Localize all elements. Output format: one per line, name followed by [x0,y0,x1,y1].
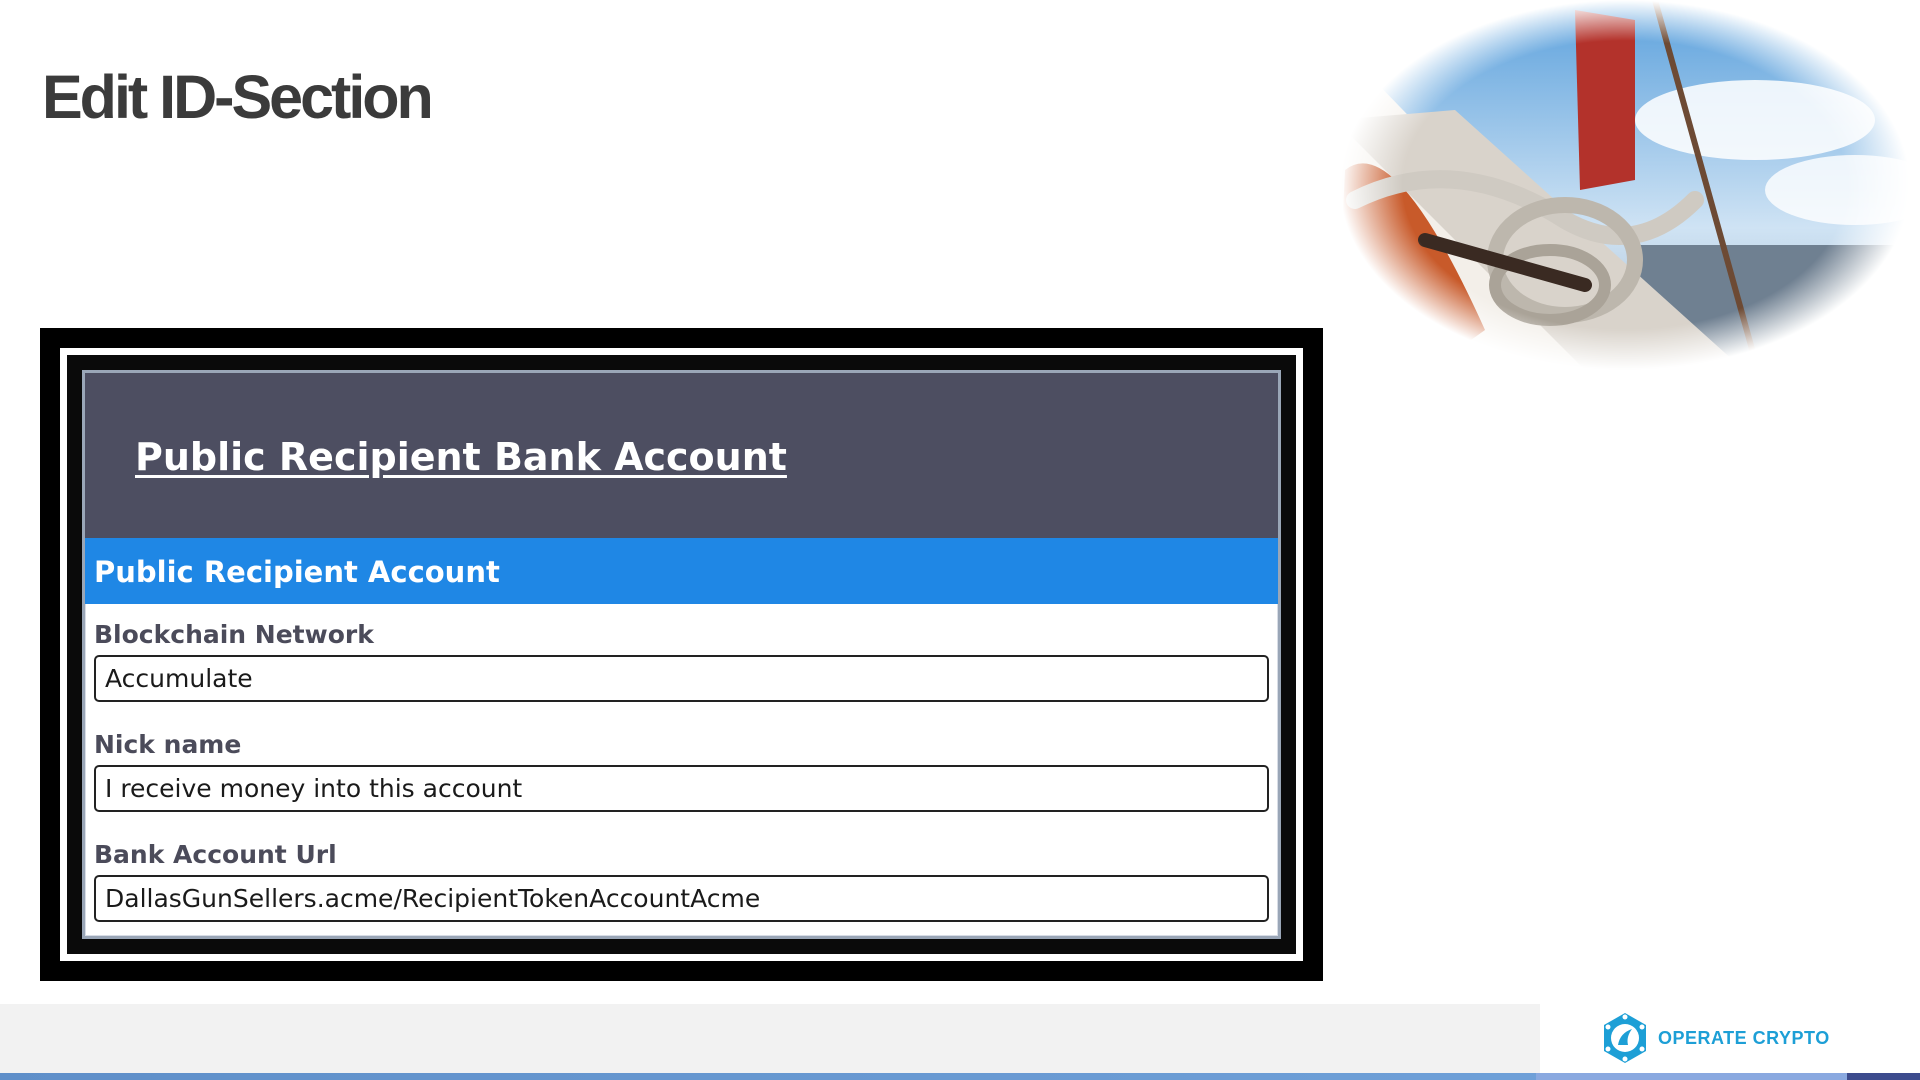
panel-header-title: Public Recipient Bank Account [135,435,787,479]
screenshot-frame: Public Recipient Bank Account Public Rec… [40,328,1323,981]
frame-matte: Public Recipient Bank Account Public Rec… [60,348,1303,961]
panel-header: Public Recipient Bank Account [85,373,1278,538]
footer-stripe [0,1073,1920,1080]
bank-account-url-label: Bank Account Url [94,840,337,869]
bank-account-url-input[interactable]: DallasGunSellers.acme/RecipientTokenAcco… [94,875,1269,922]
blockchain-network-input[interactable]: Accumulate [94,655,1269,702]
nick-name-input[interactable]: I receive money into this account [94,765,1269,812]
slide-title: Edit ID-Section [42,63,434,131]
frame-inner-border: Public Recipient Bank Account Public Rec… [67,355,1296,954]
operate-crypto-logo: OPERATE CRYPTO [1600,1010,1830,1066]
operate-crypto-logo-icon [1604,1013,1646,1063]
sailboat-rope-photo [1335,0,1915,380]
nick-name-label: Nick name [94,730,242,759]
brand-name: OPERATE CRYPTO [1658,1027,1830,1048]
footer-band [0,1004,1540,1073]
section-title: Public Recipient Account [94,555,500,589]
blockchain-network-label: Blockchain Network [94,620,374,649]
bank-account-panel: Public Recipient Bank Account Public Rec… [82,370,1281,939]
section-bar: Public Recipient Account [85,538,1278,604]
